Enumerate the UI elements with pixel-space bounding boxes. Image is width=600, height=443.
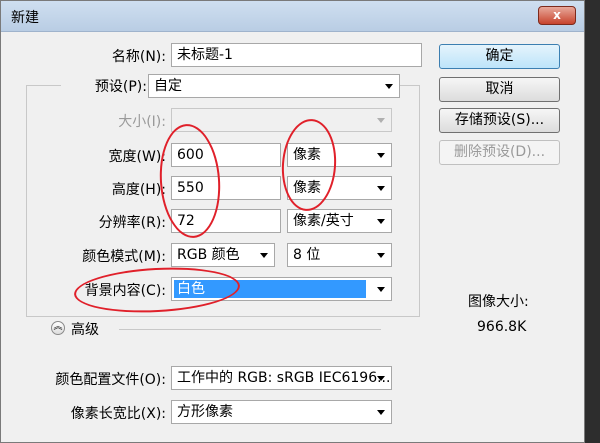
advanced-separator bbox=[119, 329, 381, 330]
chevron-down-icon bbox=[377, 376, 385, 381]
title-bar: 新建 x bbox=[1, 1, 584, 32]
resolution-unit-dropdown[interactable]: 像素/英寸 bbox=[287, 209, 392, 233]
delete-preset-button[interactable]: 删除预设(D)... bbox=[439, 140, 560, 165]
collapse-advanced-icon[interactable]: ︽ bbox=[51, 321, 65, 335]
chevron-down-icon bbox=[377, 410, 385, 415]
color-mode-dropdown[interactable]: RGB 颜色 bbox=[171, 243, 275, 267]
close-button[interactable]: x bbox=[538, 6, 576, 25]
chevron-down-icon bbox=[377, 186, 385, 191]
chevron-down-icon bbox=[377, 118, 385, 123]
color-profile-value: 工作中的 RGB: sRGB IEC6196... bbox=[177, 370, 391, 386]
resolution-label: 分辨率(R): bbox=[98, 215, 166, 231]
background-label: 背景内容(C): bbox=[84, 283, 166, 299]
height-input[interactable]: 550 bbox=[171, 176, 281, 200]
color-mode-label: 颜色模式(M): bbox=[82, 249, 166, 265]
pixel-aspect-label: 像素长宽比(X): bbox=[70, 406, 166, 422]
chevron-down-icon bbox=[377, 287, 385, 292]
size-dropdown[interactable] bbox=[171, 108, 392, 132]
color-profile-label: 颜色配置文件(O): bbox=[55, 372, 166, 388]
save-preset-button[interactable]: 存储预设(S)... bbox=[439, 108, 560, 133]
name-input[interactable]: 未标题-1 bbox=[171, 43, 422, 67]
advanced-label: 高级 bbox=[71, 322, 99, 338]
background-dropdown[interactable]: 白色 bbox=[171, 277, 392, 301]
preset-dropdown[interactable]: 自定 bbox=[148, 74, 400, 98]
resolution-input[interactable]: 72 bbox=[171, 209, 281, 233]
width-label: 宽度(W): bbox=[108, 149, 166, 165]
chevron-down-icon bbox=[377, 253, 385, 258]
size-label: 大小(I): bbox=[118, 114, 166, 130]
pixel-aspect-value: 方形像素 bbox=[177, 404, 233, 420]
pixel-aspect-dropdown[interactable]: 方形像素 bbox=[171, 400, 392, 424]
chevron-down-icon bbox=[377, 219, 385, 224]
dialog-title: 新建 bbox=[11, 10, 39, 26]
preset-value: 自定 bbox=[154, 78, 182, 94]
height-unit-value: 像素 bbox=[293, 180, 321, 196]
resolution-unit-value: 像素/英寸 bbox=[293, 213, 354, 229]
name-label: 名称(N): bbox=[111, 49, 166, 65]
chevron-down-icon bbox=[260, 253, 268, 258]
image-size-label: 图像大小: bbox=[468, 294, 529, 310]
chevron-down-icon bbox=[377, 153, 385, 158]
chevron-down-icon bbox=[385, 84, 393, 89]
color-profile-dropdown[interactable]: 工作中的 RGB: sRGB IEC6196... bbox=[171, 366, 392, 390]
height-label: 高度(H): bbox=[111, 182, 166, 198]
color-mode-value: RGB 颜色 bbox=[177, 247, 240, 263]
width-unit-dropdown[interactable]: 像素 bbox=[287, 143, 392, 167]
ok-button[interactable]: 确定 bbox=[439, 44, 560, 69]
width-unit-value: 像素 bbox=[293, 147, 321, 163]
bit-depth-value: 8 位 bbox=[293, 247, 321, 263]
image-size-value: 966.8K bbox=[477, 319, 527, 335]
cancel-button[interactable]: 取消 bbox=[439, 77, 560, 102]
height-unit-dropdown[interactable]: 像素 bbox=[287, 176, 392, 200]
width-input[interactable]: 600 bbox=[171, 143, 281, 167]
new-document-dialog: 新建 x 名称(N): 未标题-1 预设(P): 自定 大小(I): 宽度(W)… bbox=[0, 0, 585, 443]
preset-label: 预设(P): bbox=[61, 76, 150, 96]
background-value: 白色 bbox=[174, 280, 366, 298]
bit-depth-dropdown[interactable]: 8 位 bbox=[287, 243, 392, 267]
